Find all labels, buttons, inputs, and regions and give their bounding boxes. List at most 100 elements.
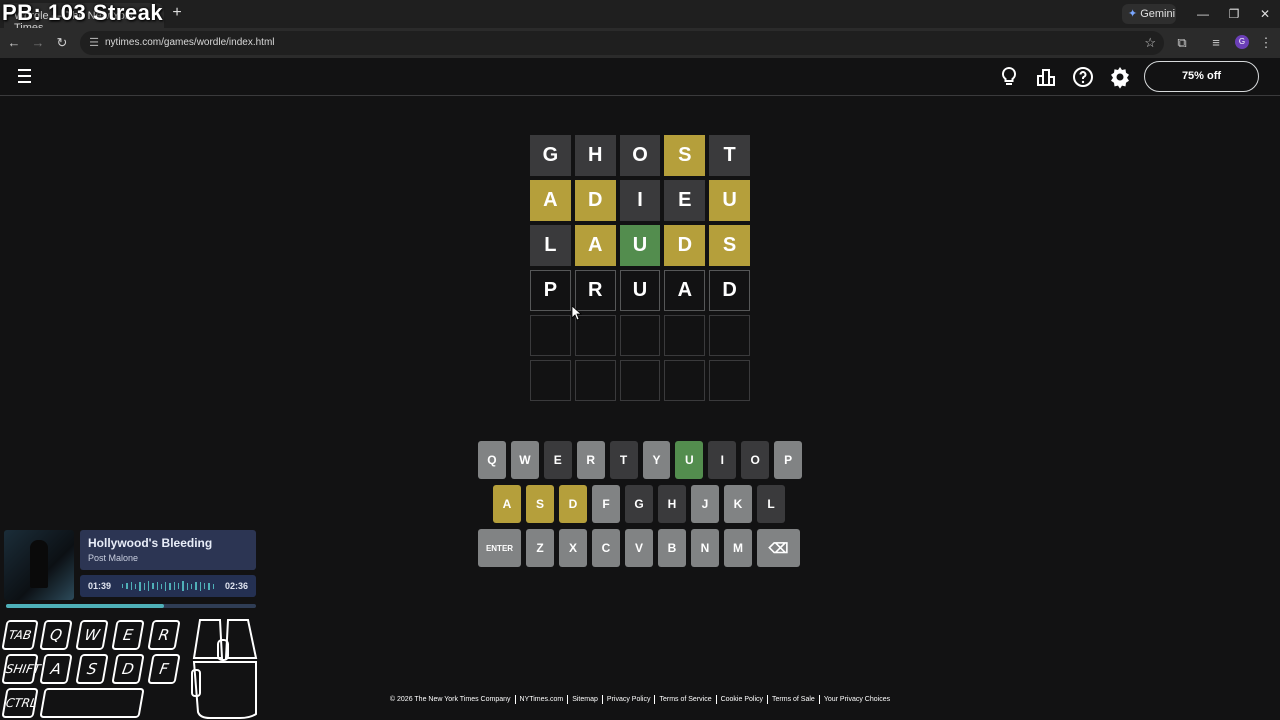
board-tile: G	[530, 135, 571, 176]
key-c[interactable]: C	[592, 529, 620, 567]
key-b[interactable]: B	[658, 529, 686, 567]
sparkle-icon: ✦	[1128, 8, 1138, 20]
overlay-key-r: R	[147, 620, 181, 650]
board-tile: I	[619, 180, 661, 221]
key-d[interactable]: D	[559, 485, 587, 523]
back-icon[interactable]: ←	[6, 35, 22, 51]
key-n[interactable]: N	[691, 529, 719, 567]
album-art	[4, 530, 74, 600]
url-text[interactable]: nytimes.com/games/wordle/index.html	[105, 37, 275, 48]
site-info-icon[interactable]: ☰	[86, 35, 102, 51]
key-i[interactable]: I	[708, 441, 737, 479]
key-v[interactable]: V	[625, 529, 653, 567]
track-title: Hollywood's Bleeding	[88, 536, 213, 550]
statistics-icon[interactable]	[1034, 65, 1058, 89]
board-tile	[619, 315, 661, 356]
profile-avatar[interactable]: G	[1235, 35, 1249, 49]
gemini-label: Gemini	[1140, 8, 1176, 20]
hint-lightbulb-icon[interactable]	[997, 65, 1021, 89]
key-a[interactable]: A	[493, 485, 521, 523]
board-tile: U	[709, 180, 750, 221]
board-row: ADIEU	[530, 180, 750, 221]
mouse-cursor-icon	[572, 306, 582, 321]
footer-link[interactable]: Terms of Service	[655, 695, 717, 704]
extensions-icon[interactable]: ⧉	[1174, 35, 1190, 51]
track-artist: Post Malone	[88, 553, 139, 563]
gemini-button[interactable]: ✦ Gemini	[1122, 4, 1176, 24]
overlay-key-f: F	[147, 654, 181, 684]
overlay-key-shift: SHIFT	[1, 654, 42, 684]
footer-link[interactable]: Cookie Policy	[717, 695, 769, 704]
footer-link[interactable]: Your Privacy Choices	[820, 695, 894, 704]
key-e[interactable]: E	[543, 441, 572, 479]
overlay-key-w: W	[75, 620, 109, 650]
new-tab-button[interactable]: +	[168, 4, 186, 22]
key-r[interactable]: R	[576, 441, 605, 479]
board-tile: H	[574, 135, 616, 176]
board-tile: D	[664, 225, 706, 266]
overlay-key-d: D	[111, 654, 145, 684]
backspace-key[interactable]: ⌫	[757, 529, 800, 567]
board-row: PRUAD	[530, 270, 750, 311]
board-tile: A	[530, 180, 571, 221]
key-o[interactable]: O	[741, 441, 770, 479]
streak-overlay-title: PB: 103 Streak	[2, 0, 164, 25]
help-icon[interactable]	[1071, 65, 1095, 89]
board-tile: O	[619, 135, 661, 176]
key-s[interactable]: S	[526, 485, 554, 523]
board-tile	[530, 315, 571, 356]
board-tile	[709, 315, 750, 356]
copyright-text: © 2026 The New York Times Company	[386, 695, 516, 704]
key-u[interactable]: U	[675, 441, 704, 479]
board-tile: P	[530, 270, 571, 311]
bookmark-star-icon[interactable]: ☆	[1144, 35, 1156, 51]
close-icon[interactable]: ✕	[1252, 4, 1278, 24]
restore-icon[interactable]: ❐	[1221, 4, 1247, 24]
key-y[interactable]: Y	[642, 441, 671, 479]
key-p[interactable]: P	[774, 441, 803, 479]
board-tile: E	[664, 180, 706, 221]
board-tile	[664, 315, 706, 356]
key-f[interactable]: F	[592, 485, 620, 523]
key-q[interactable]: Q	[478, 441, 506, 479]
key-z[interactable]: Z	[526, 529, 554, 567]
browser-tabstrip: Wordle — The New York Times + ✦Gemini — …	[0, 0, 1280, 34]
reload-icon[interactable]: ↻	[54, 35, 70, 51]
key-t[interactable]: T	[609, 441, 638, 479]
overlay-key-s: S	[75, 654, 109, 684]
address-bar[interactable]: ☰ nytimes.com/games/wordle/index.html ☆	[80, 31, 1164, 55]
waveform-icon	[122, 581, 214, 591]
browser-toolbar: ← → ↻ ☰ nytimes.com/games/wordle/index.h…	[0, 28, 1280, 58]
board-tile: U	[619, 270, 661, 311]
keyboard-row: ENTER Z X C V B N M ⌫	[478, 529, 802, 567]
keyboard-row: ASDFGHJKL	[478, 485, 802, 523]
hamburger-menu-icon[interactable]	[18, 69, 36, 85]
track-timeline: 01:39 02:36	[80, 575, 256, 597]
key-w[interactable]: W	[510, 441, 539, 479]
media-control-icon[interactable]: ≡	[1208, 35, 1224, 51]
footer-link[interactable]: Terms of Sale	[768, 695, 820, 704]
board-tile: R	[574, 270, 616, 311]
track-progress-bar	[6, 604, 256, 608]
subscribe-offer-button[interactable]: 75% off	[1144, 61, 1259, 92]
menu-dots-icon[interactable]: ⋮	[1258, 35, 1274, 51]
key-j[interactable]: J	[691, 485, 719, 523]
key-h[interactable]: H	[658, 485, 686, 523]
key-g[interactable]: G	[625, 485, 653, 523]
minimize-icon[interactable]: —	[1190, 4, 1216, 24]
footer-link[interactable]: NYTimes.com	[516, 695, 569, 704]
enter-key[interactable]: ENTER	[478, 529, 521, 567]
game-header: 75% off	[0, 58, 1280, 96]
key-l[interactable]: L	[757, 485, 785, 523]
settings-gear-icon[interactable]	[1108, 65, 1132, 89]
footer-link[interactable]: Sitemap	[568, 695, 603, 704]
key-x[interactable]: X	[559, 529, 587, 567]
board-tile: U	[619, 225, 661, 266]
key-m[interactable]: M	[724, 529, 752, 567]
board-tile: A	[574, 225, 616, 266]
board-tile: L	[530, 225, 571, 266]
elapsed-time: 01:39	[88, 581, 112, 591]
key-k[interactable]: K	[724, 485, 752, 523]
forward-icon[interactable]: →	[30, 35, 46, 51]
footer-link[interactable]: Privacy Policy	[603, 695, 656, 704]
